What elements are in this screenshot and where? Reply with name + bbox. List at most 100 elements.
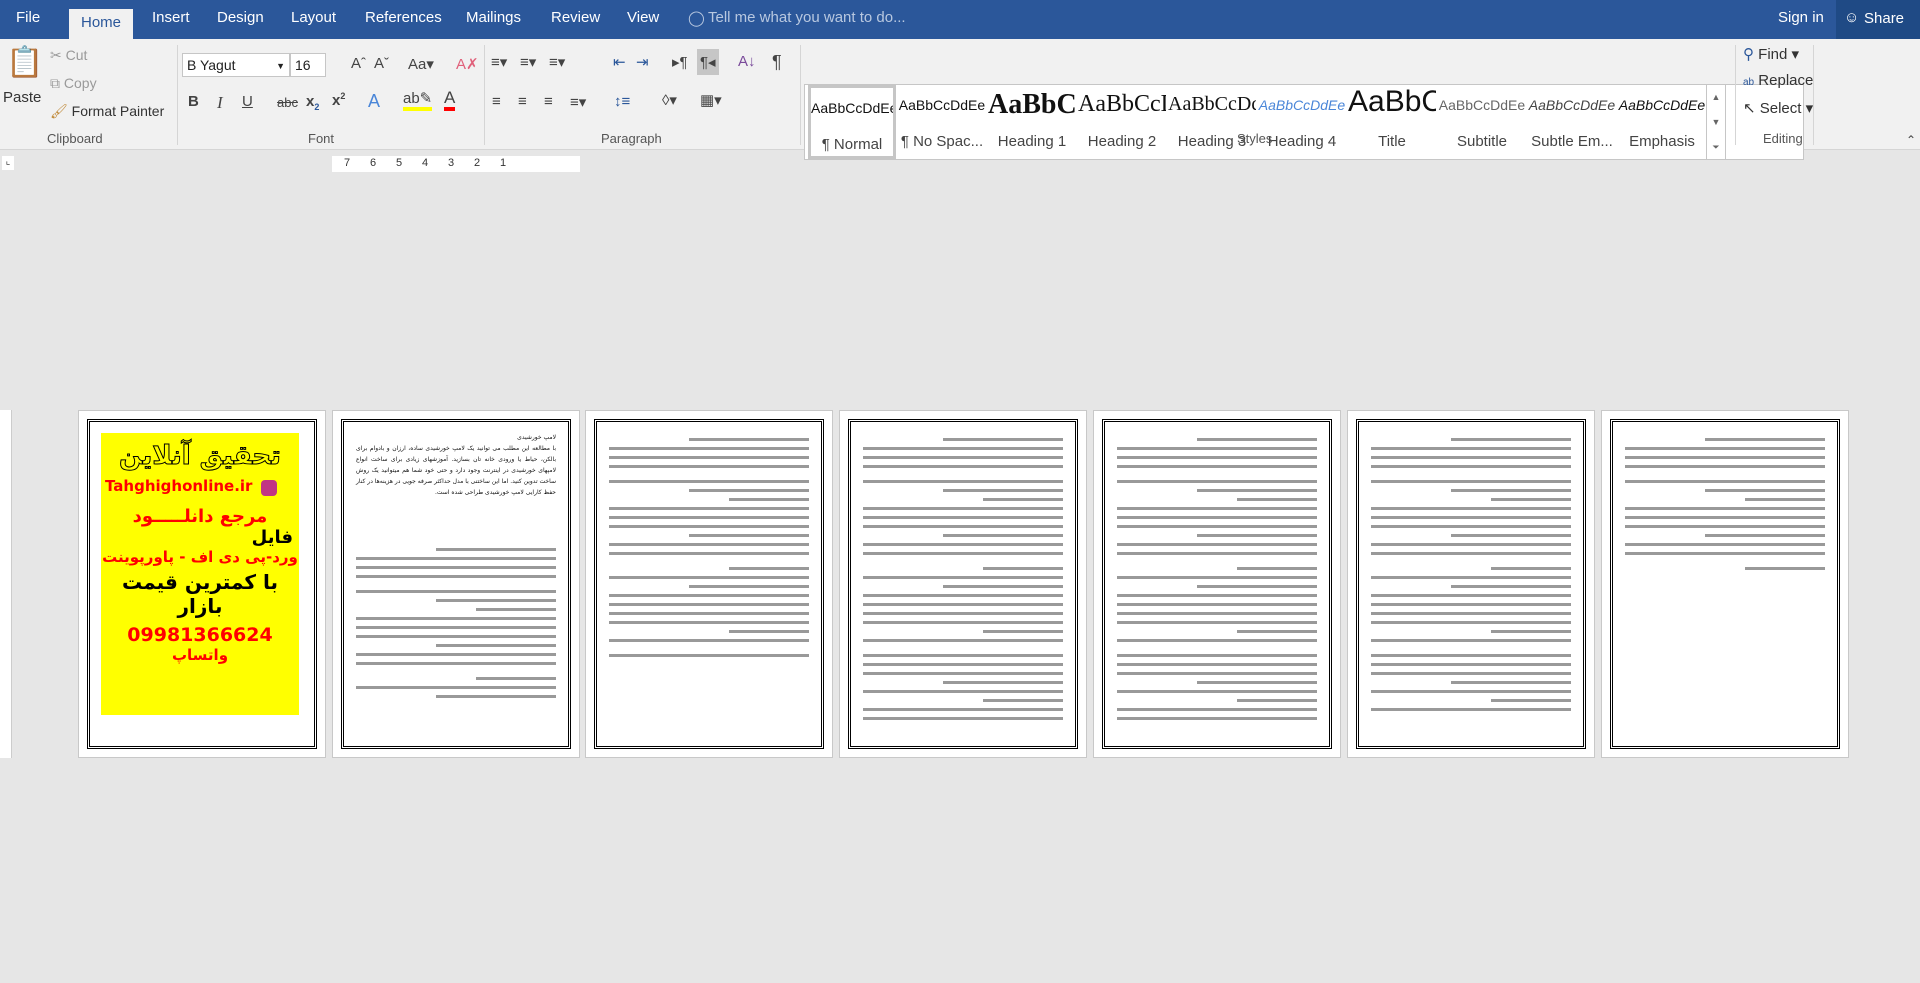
rtl-icon[interactable]: ¶◂ xyxy=(697,49,719,75)
clipboard-group-label: Clipboard xyxy=(47,131,103,146)
document-page[interactable]: لامپ خورشیدی با مطالعه این مطلب می توانید… xyxy=(332,410,580,758)
text-line xyxy=(689,438,809,441)
tab-layout[interactable]: Layout xyxy=(291,9,336,26)
italic-icon[interactable]: I xyxy=(217,93,223,113)
text-line xyxy=(1625,507,1825,510)
page-paragraph: با مطالعه این مطلب می توانید یک لامپ خور… xyxy=(356,445,556,496)
vertical-ruler[interactable] xyxy=(0,410,12,758)
shrink-font-icon[interactable]: Aˇ xyxy=(374,55,389,72)
title-tab-bar: File Home Insert Design Layout Reference… xyxy=(0,0,1920,39)
style-emphasis[interactable]: AaBbCcDdEe Emphasis xyxy=(1618,85,1706,159)
text-line xyxy=(943,489,1063,492)
text-line xyxy=(1625,465,1825,468)
borders-icon[interactable]: ▦▾ xyxy=(700,91,722,109)
text-line xyxy=(1705,438,1825,441)
text-line xyxy=(1117,447,1317,450)
style-title[interactable]: AaBbCcDdEeTitle xyxy=(1348,85,1436,159)
shading-icon[interactable]: ◊▾ xyxy=(662,91,677,109)
tab-selector[interactable]: ⌞ xyxy=(2,156,14,170)
change-case-icon[interactable]: Aa▾ xyxy=(408,55,434,73)
cut-button[interactable]: ✂ Cut xyxy=(50,47,87,64)
style-subtle-em[interactable]: AaBbCcDdEe Subtle Em... xyxy=(1528,85,1616,159)
text-line xyxy=(863,663,1063,666)
format-painter-button[interactable]: 🖌 Format Painter xyxy=(50,103,164,120)
align-right-icon[interactable]: ≡ xyxy=(544,93,553,110)
bold-icon[interactable]: B xyxy=(188,93,199,110)
style-heading-2[interactable]: AaBbCcDdEeHeading 2 xyxy=(1078,85,1166,159)
text-effects-icon[interactable]: A xyxy=(368,91,380,112)
replace-button[interactable]: ab Replace xyxy=(1743,72,1813,89)
style--no-spac[interactable]: AaBbCcDdEe ¶ No Spac... xyxy=(898,85,986,159)
tab-view[interactable]: View xyxy=(627,9,659,26)
align-left-icon[interactable]: ≡ xyxy=(492,93,501,110)
cover-line: مرجع دانلـــــود xyxy=(132,505,268,527)
numbering-icon[interactable]: ≡▾ xyxy=(520,53,536,71)
text-line xyxy=(1371,543,1571,546)
text-line xyxy=(1117,717,1317,720)
font-color-icon[interactable]: A xyxy=(444,89,456,111)
style-normal[interactable]: AaBbCcDdEe ¶ Normal xyxy=(808,85,896,159)
share-button[interactable]: ☺ Share xyxy=(1836,0,1920,39)
clear-formatting-icon[interactable]: A✗ xyxy=(456,55,479,73)
increase-indent-icon[interactable]: ⇥ xyxy=(636,53,649,71)
text-line xyxy=(1371,456,1571,459)
instagram-icon xyxy=(260,479,277,496)
sign-in-link[interactable]: Sign in xyxy=(1778,9,1824,26)
tab-home[interactable]: Home xyxy=(69,9,134,39)
tab-design[interactable]: Design xyxy=(217,9,264,26)
text-line xyxy=(863,516,1063,519)
find-button[interactable]: ⚲ Find ▾ xyxy=(1743,45,1799,63)
sort-icon[interactable]: A↓ xyxy=(738,53,756,70)
horizontal-ruler[interactable]: 7 6 5 4 3 2 1 xyxy=(332,156,580,172)
text-line xyxy=(1491,567,1571,570)
align-center-icon[interactable]: ≡ xyxy=(518,93,527,110)
tell-me-input[interactable]: Tell me what you want to do... xyxy=(708,9,906,26)
tab-review[interactable]: Review xyxy=(551,9,600,26)
subscript-icon[interactable]: x2 xyxy=(306,93,319,112)
grow-font-icon[interactable]: Aˆ xyxy=(351,55,366,72)
text-line xyxy=(1371,639,1571,642)
strikethrough-icon[interactable]: abc xyxy=(277,95,298,110)
style-heading-1[interactable]: AaBbCcDdEeHeading 1 xyxy=(988,85,1076,159)
style-heading-3[interactable]: AaBbCcDdEeHeading 3 xyxy=(1168,85,1256,159)
styles-gallery: AaBbCcDdEe ¶ Normal AaBbCcDdEe ¶ No Spac..… xyxy=(804,84,1804,160)
text-line xyxy=(1491,630,1571,633)
paste-button[interactable]: Paste xyxy=(3,89,41,106)
text-line xyxy=(863,576,1063,579)
document-page[interactable] xyxy=(839,410,1087,758)
style-subtitle[interactable]: AaBbCcDdEe Subtitle xyxy=(1438,85,1526,159)
highlight-icon[interactable]: ab✎ xyxy=(403,89,433,111)
text-line xyxy=(1745,498,1825,501)
collapse-ribbon-icon[interactable]: ⌃ xyxy=(1906,133,1916,147)
text-line xyxy=(863,708,1063,711)
tab-mailings[interactable]: Mailings xyxy=(466,9,521,26)
text-line xyxy=(1117,552,1317,555)
text-line xyxy=(1371,603,1571,606)
tab-insert[interactable]: Insert xyxy=(152,9,190,26)
multilevel-list-icon[interactable]: ≡▾ xyxy=(549,53,565,71)
document-page[interactable] xyxy=(1601,410,1849,758)
font-name-select[interactable]: B Yagut ▼ xyxy=(182,53,290,77)
paintbrush-icon: 🖌 xyxy=(50,103,68,119)
style-heading-4[interactable]: AaBbCcDdEe Heading 4 xyxy=(1258,85,1346,159)
styles-scroll[interactable]: ▲ ▼ ⏷ xyxy=(1706,84,1726,160)
copy-button[interactable]: ⧉ Copy xyxy=(50,75,97,92)
line-spacing-icon[interactable]: ↕≡ xyxy=(614,93,630,110)
tab-file[interactable]: File xyxy=(16,9,40,26)
decrease-indent-icon[interactable]: ⇤ xyxy=(613,53,626,71)
show-marks-icon[interactable]: ¶ xyxy=(772,52,782,73)
person-add-icon: ☺ xyxy=(1844,9,1860,26)
text-line xyxy=(609,594,809,597)
document-page[interactable] xyxy=(585,410,833,758)
superscript-icon[interactable]: x2 xyxy=(332,91,345,109)
font-size-select[interactable]: 16 xyxy=(290,53,326,77)
select-button[interactable]: ↖ Select ▾ xyxy=(1743,99,1813,117)
document-page[interactable]: تحقیق آنلاین Tahghighonline.ir مرجع دانل… xyxy=(78,410,326,758)
ltr-icon[interactable]: ▸¶ xyxy=(672,53,688,71)
document-page[interactable] xyxy=(1093,410,1341,758)
tab-references[interactable]: References xyxy=(365,9,442,26)
justify-icon[interactable]: ≡▾ xyxy=(570,93,586,111)
bullets-icon[interactable]: ≡▾ xyxy=(491,53,507,71)
underline-icon[interactable]: U xyxy=(242,93,253,110)
document-page[interactable] xyxy=(1347,410,1595,758)
